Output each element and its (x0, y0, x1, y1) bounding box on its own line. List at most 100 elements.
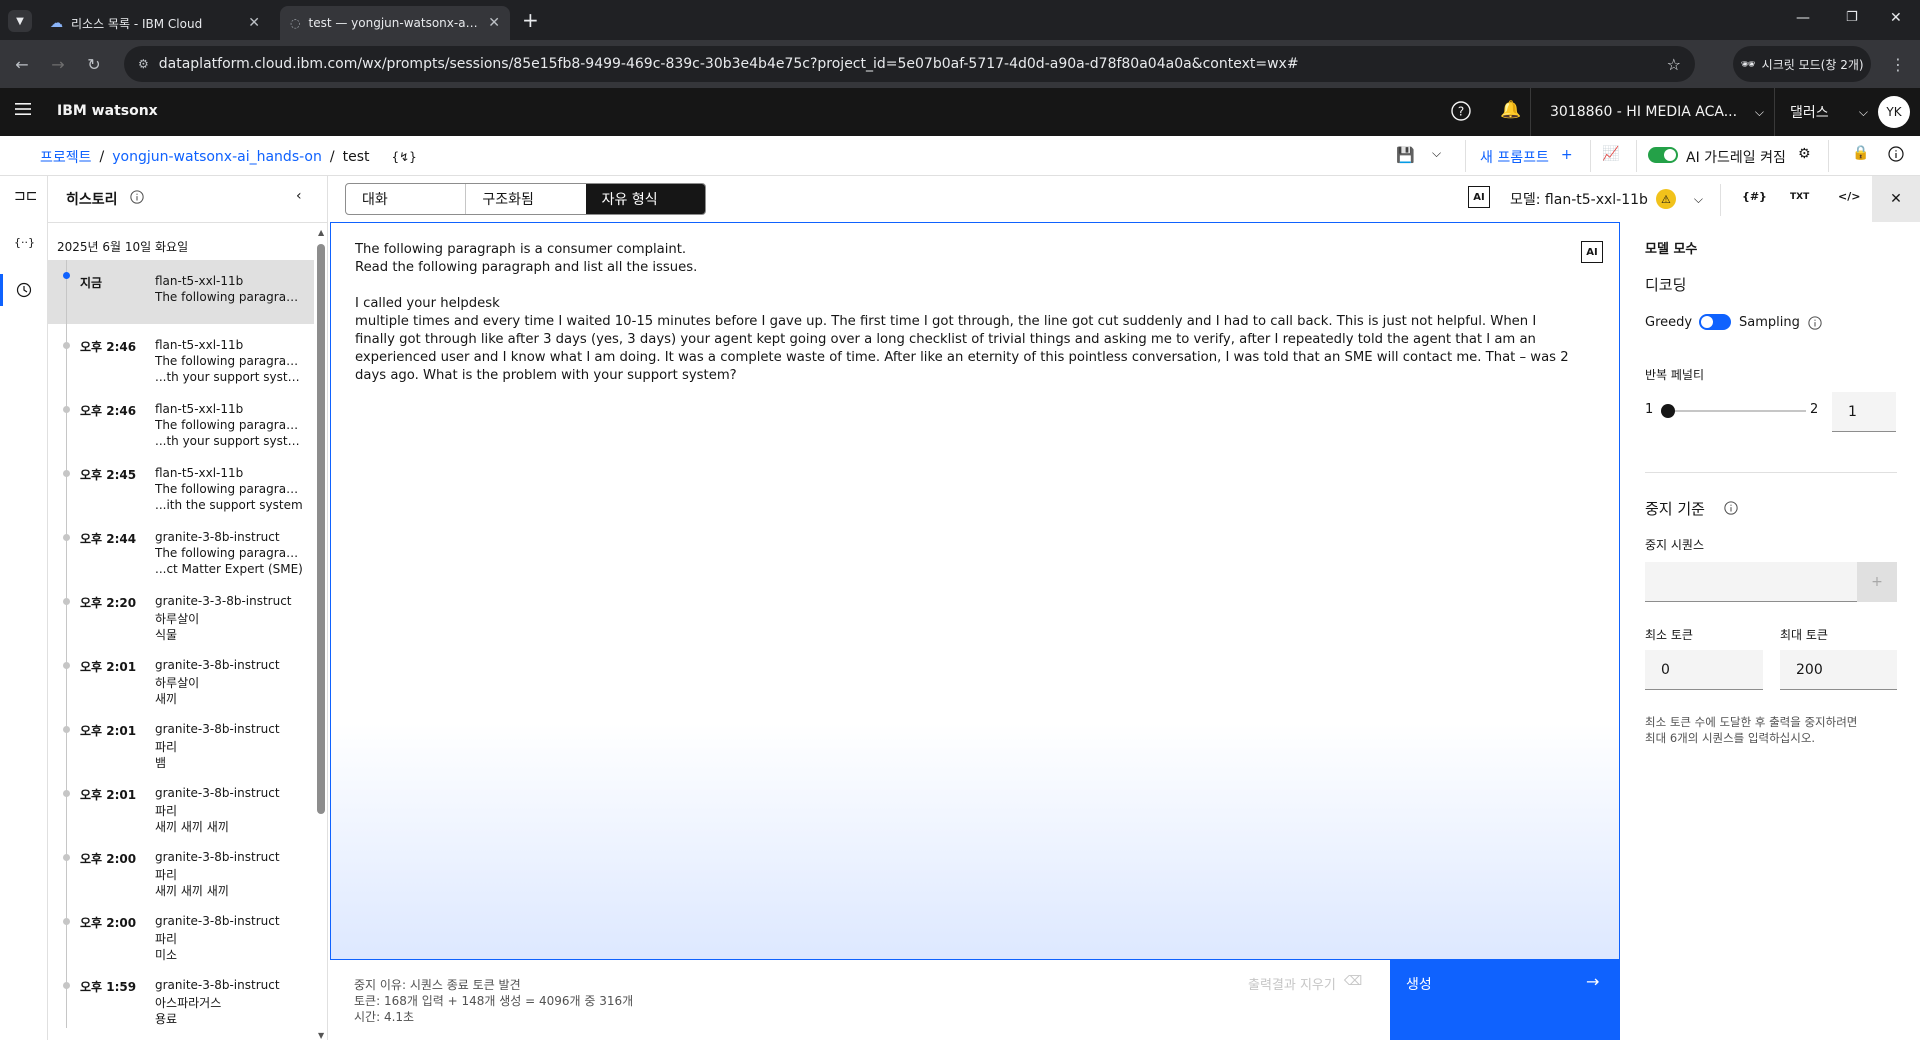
clear-output-button[interactable]: 출력결과 지우기 ⌫ (1248, 974, 1362, 993)
history-output: 새끼 새끼 새끼 (155, 820, 229, 834)
chevron-down-icon: ⌵ (1858, 104, 1868, 119)
history-time: 오후 2:45 (80, 468, 137, 482)
txt-export-icon[interactable]: TXT (1790, 192, 1809, 202)
repetition-slider-track[interactable] (1666, 410, 1806, 412)
avatar[interactable]: YK (1878, 96, 1910, 128)
history-icon[interactable] (16, 282, 32, 298)
mode-chat[interactable]: 대화 (346, 184, 467, 214)
elapsed-time: 시간: 4.1초 (354, 1010, 415, 1024)
browser-menu-icon[interactable]: ⋮ (1886, 52, 1910, 76)
history-item[interactable]: 오후 2:01 granite-3-8b-instruct 하루살이 새끼 (48, 644, 314, 708)
divider (1590, 140, 1591, 172)
gear-icon[interactable]: ⚙ (1798, 146, 1811, 162)
mode-structured[interactable]: 구조화됨 (466, 184, 585, 214)
info-icon[interactable] (1888, 146, 1904, 162)
stop-sequence-label: 중지 시퀀스 (1645, 538, 1705, 552)
info-icon[interactable] (1808, 316, 1822, 330)
breadcrumb-projects[interactable]: 프로젝트 (40, 147, 92, 167)
history-model: flan-t5-xxl-11b (155, 402, 244, 416)
chevron-down-icon: ⌵ (1754, 104, 1764, 119)
bookmark-star-icon[interactable]: ☆ (1667, 55, 1681, 74)
history-item[interactable]: 오후 2:01 granite-3-8b-instruct 파리 뱀 (48, 708, 314, 772)
max-tokens-label: 최대 토큰 (1780, 628, 1828, 642)
url-input[interactable]: ⚙ dataplatform.cloud.ibm.com/wx/prompts/… (124, 46, 1695, 82)
decoding-toggle[interactable] (1699, 314, 1731, 330)
model-parameters-panel: 모델 모수 디코딩 Greedy Sampling 반복 페널티 1 2 1 중… (1628, 222, 1920, 1040)
timeline-dot (63, 918, 70, 925)
prompt-library-icon[interactable]: ⊐⊏ (14, 188, 37, 204)
brand-name[interactable]: IBM watsonx (57, 103, 158, 119)
close-tab-icon[interactable]: ✕ (488, 15, 500, 31)
prompt-text[interactable]: The following paragraph is a consumer co… (355, 241, 1575, 385)
site-info-icon[interactable]: ⚙ (138, 57, 149, 71)
new-prompt-button[interactable]: 새 프롬프트 + (1480, 147, 1573, 167)
history-snippet: The following paragrap... (155, 290, 305, 304)
breadcrumb: 프로젝트 / yongjun-watsonx-ai_hands-on / tes… (40, 147, 417, 167)
repetition-slider-handle[interactable] (1661, 404, 1675, 418)
add-stop-sequence-button[interactable]: + (1857, 562, 1897, 602)
history-model: granite-3-8b-instruct (155, 786, 280, 800)
history-item[interactable]: 오후 2:46 flan-t5-xxl-11b The following para… (48, 324, 314, 388)
scrollbar-thumb[interactable] (317, 244, 325, 814)
prompt-editor[interactable]: The following paragraph is a consumer co… (330, 222, 1620, 960)
history-time: 오후 1:59 (80, 980, 137, 994)
browser-tab-ibm-cloud[interactable]: ☁ 리소스 목록 - IBM Cloud ✕ (40, 6, 270, 40)
history-snippet: 하루살이 (155, 676, 200, 690)
token-icon[interactable]: {#} (1742, 190, 1767, 203)
history-item[interactable]: 오후 1:59 granite-3-8b-instruct 아스파라거스 용료 (48, 964, 314, 1028)
collapse-panel-icon[interactable]: ‹ (296, 188, 302, 204)
history-item[interactable]: 오후 2:46 flan-t5-xxl-11b The following para… (48, 388, 314, 452)
timeline-dot (63, 272, 70, 279)
stop-criteria-title: 중지 기준 (1645, 500, 1705, 518)
active-indicator (0, 274, 3, 306)
variable-icon[interactable]: {↯} (391, 150, 416, 164)
history-item[interactable]: 오후 2:45 flan-t5-xxl-11b The following para… (48, 452, 314, 516)
region-switcher[interactable]: 댈러스 ⌵ (1790, 88, 1868, 136)
close-params-button[interactable]: ✕ (1872, 176, 1920, 222)
info-icon[interactable] (130, 190, 144, 204)
history-item[interactable]: 오후 2:00 granite-3-8b-instruct 파리 미소 (48, 900, 314, 964)
variables-icon[interactable]: {··} (14, 236, 35, 249)
chevron-down-icon[interactable]: ⌵ (1432, 146, 1441, 161)
timeline-line (66, 516, 67, 580)
notification-bell-icon[interactable]: 🔔 (1500, 100, 1521, 120)
history-item[interactable]: 오후 2:00 granite-3-8b-instruct 파리 새끼 새끼 새끼 (48, 836, 314, 900)
guardrail-toggle[interactable] (1648, 147, 1678, 163)
breadcrumb-current: test (342, 149, 370, 165)
code-icon[interactable]: </> (1838, 190, 1860, 203)
chart-icon[interactable]: 📈 (1602, 146, 1619, 162)
mode-freeform[interactable]: 자유 형식 (585, 184, 705, 214)
history-item[interactable]: 지금 flan-t5-xxl-11b The following paragrap.… (48, 260, 314, 324)
scrollbar[interactable]: ▲ ▼ (314, 228, 327, 1040)
close-tab-icon[interactable]: ✕ (248, 15, 260, 31)
minimize-icon[interactable]: — (1796, 10, 1810, 26)
generate-button[interactable]: 생성 → (1390, 960, 1620, 1040)
stop-sequence-input[interactable] (1645, 562, 1857, 602)
reload-icon[interactable]: ↻ (82, 52, 106, 76)
guardrail-label: AI 가드레일 켜짐 (1686, 150, 1786, 166)
history-item[interactable]: 오후 2:20 granite-3-3-8b-instruct 하루살이 식물 (48, 580, 314, 644)
tab-search-icon[interactable]: ▼ (8, 10, 32, 32)
save-icon[interactable]: 💾 (1396, 146, 1415, 164)
model-selector[interactable]: 모델: flan-t5-xxl-11b ⚠ ⌵ (1510, 189, 1703, 209)
back-icon[interactable]: ← (10, 52, 34, 76)
browser-tab-test[interactable]: ◌ test — yongjun-watsonx-ai_hands-on ✕ (280, 6, 510, 40)
lock-icon[interactable]: 🔒 (1852, 145, 1869, 161)
hamburger-menu-icon[interactable] (14, 100, 32, 118)
restore-icon[interactable]: ❐ (1846, 10, 1858, 25)
history-item[interactable]: 오후 2:44 granite-3-8b-instruct The followin… (48, 516, 314, 580)
breadcrumb-project[interactable]: yongjun-watsonx-ai_hands-on (112, 149, 322, 165)
window-close-icon[interactable]: ✕ (1890, 10, 1902, 26)
new-tab-icon[interactable]: + (522, 8, 539, 32)
account-switcher[interactable]: 3018860 - HI MEDIA ACA... ⌵ (1550, 88, 1764, 136)
max-tokens-input[interactable]: 200 (1780, 650, 1897, 690)
history-item[interactable]: 오후 2:01 granite-3-8b-instruct 파리 새끼 새끼 새끼 (48, 772, 314, 836)
globe-icon: ◌ (290, 16, 301, 30)
help-icon[interactable]: ? (1450, 100, 1472, 122)
repetition-input[interactable]: 1 (1832, 392, 1896, 432)
min-tokens-input[interactable]: 0 (1645, 650, 1763, 690)
incognito-button[interactable]: 🕶 시크릿 모드(창 2개) (1733, 46, 1871, 82)
info-icon[interactable] (1724, 501, 1738, 515)
timeline-dot (63, 662, 70, 669)
forward-icon[interactable]: → (46, 52, 70, 76)
